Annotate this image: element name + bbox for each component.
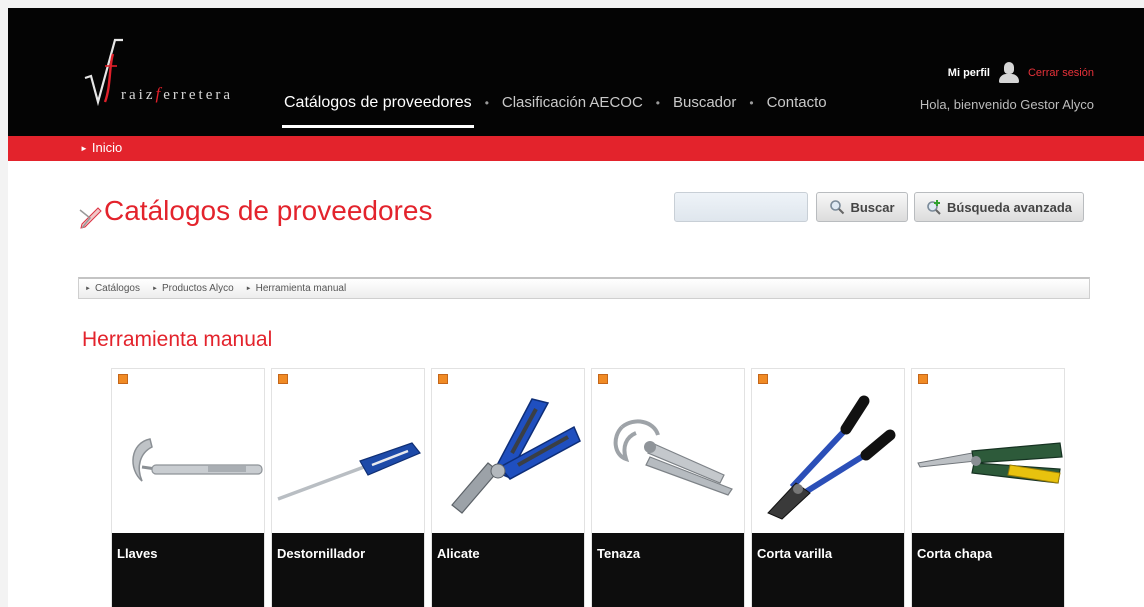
nav-separator: • bbox=[484, 96, 489, 110]
logout-link[interactable]: Cerrar sesión bbox=[1028, 67, 1094, 79]
product-card-destornillador[interactable]: Destornillador bbox=[271, 368, 425, 607]
nav-catalogos-proveedores[interactable]: Catálogos de proveedores bbox=[282, 94, 474, 128]
brand-wordmark: raizferretera bbox=[121, 84, 233, 104]
arrow-right-icon: ► bbox=[245, 286, 252, 292]
home-link[interactable]: ► Inicio bbox=[80, 140, 122, 155]
product-card-llaves[interactable]: Llaves bbox=[111, 368, 265, 607]
pliers-image bbox=[451, 398, 581, 514]
search-input[interactable] bbox=[674, 192, 808, 222]
product-label: Llaves bbox=[112, 533, 264, 607]
select-checkbox[interactable] bbox=[598, 374, 608, 384]
product-label: Tenaza bbox=[592, 533, 744, 607]
advanced-search-icon bbox=[927, 200, 941, 215]
select-checkbox[interactable] bbox=[118, 374, 128, 384]
search-button-label: Buscar bbox=[850, 199, 895, 215]
product-label: Destornillador bbox=[272, 533, 424, 607]
nav-buscador[interactable]: Buscador bbox=[671, 94, 738, 128]
product-label: Corta varilla bbox=[752, 533, 904, 607]
search-button[interactable]: Buscar bbox=[816, 192, 908, 222]
product-card-tenaza[interactable]: Tenaza bbox=[591, 368, 745, 607]
nav-separator: • bbox=[749, 96, 754, 110]
breadcrumb-label: Herramienta manual bbox=[255, 283, 347, 294]
home-link-label: Inicio bbox=[91, 140, 123, 155]
main-nav: Catálogos de proveedores • Clasificación… bbox=[282, 94, 829, 128]
breadcrumb-label: Catálogos bbox=[94, 283, 140, 294]
user-menu: Mi perfil Cerrar sesión bbox=[948, 62, 1094, 84]
search-icon bbox=[830, 200, 845, 215]
select-checkbox[interactable] bbox=[918, 374, 928, 384]
hook-wrench-image bbox=[132, 438, 263, 482]
wordmark-post: erretera bbox=[163, 87, 234, 103]
radical-logo-icon bbox=[84, 38, 123, 107]
site-header: raizferretera Catálogos de proveedores •… bbox=[8, 8, 1144, 136]
product-card-corta-varilla[interactable]: Corta varilla bbox=[751, 368, 905, 607]
welcome-message: Hola, bienvenido Gestor Alyco bbox=[919, 97, 1094, 112]
arrow-right-icon: ► bbox=[151, 286, 158, 292]
tin-snips-image bbox=[917, 442, 1063, 484]
breadcrumb-item-productos-alyco[interactable]: ► Productos Alyco bbox=[152, 283, 234, 294]
profile-link[interactable]: Mi perfil bbox=[948, 67, 990, 79]
section-title: Herramienta manual bbox=[82, 328, 273, 351]
product-card-corta-chapa[interactable]: Corta chapa bbox=[911, 368, 1065, 607]
wordmark-pre: raiz bbox=[121, 87, 156, 103]
select-checkbox[interactable] bbox=[438, 374, 448, 384]
nav-clasificacion-aecoc[interactable]: Clasificación AECOC bbox=[500, 94, 645, 128]
product-label: Alicate bbox=[432, 533, 584, 607]
page-title: Catálogos de proveedores bbox=[104, 195, 433, 226]
select-checkbox[interactable] bbox=[278, 374, 288, 384]
screwdriver-image bbox=[277, 442, 421, 501]
product-label: Corta chapa bbox=[912, 533, 1064, 607]
arrow-right-icon: ► bbox=[80, 144, 88, 153]
top-breadcrumb-bar: ► Inicio bbox=[8, 136, 1144, 161]
breadcrumb: ► Catálogos ► Productos Alyco ► Herramienta… bbox=[78, 277, 1090, 299]
breadcrumb-item-catalogos[interactable]: ► Catálogos bbox=[85, 283, 140, 294]
edit-icon bbox=[79, 207, 102, 229]
nav-separator: • bbox=[655, 96, 660, 110]
arrow-right-icon: ► bbox=[85, 286, 91, 292]
breadcrumb-label: Productos Alyco bbox=[161, 283, 234, 294]
advanced-search-button[interactable]: Búsqueda avanzada bbox=[914, 192, 1084, 222]
select-checkbox[interactable] bbox=[758, 374, 768, 384]
brand-logo[interactable]: raizferretera bbox=[83, 36, 273, 107]
product-card-alicate[interactable]: Alicate bbox=[431, 368, 585, 607]
locking-pliers-image bbox=[613, 419, 733, 496]
app-frame: raizferretera Catálogos de proveedores •… bbox=[8, 8, 1144, 607]
breadcrumb-item-herramienta-manual[interactable]: ► Herramienta manual bbox=[246, 283, 347, 294]
nav-contacto[interactable]: Contacto bbox=[765, 94, 829, 128]
advanced-search-button-label: Búsqueda avanzada bbox=[947, 199, 1072, 215]
bolt-cutter-image bbox=[767, 395, 896, 520]
user-icon[interactable] bbox=[998, 62, 1020, 84]
